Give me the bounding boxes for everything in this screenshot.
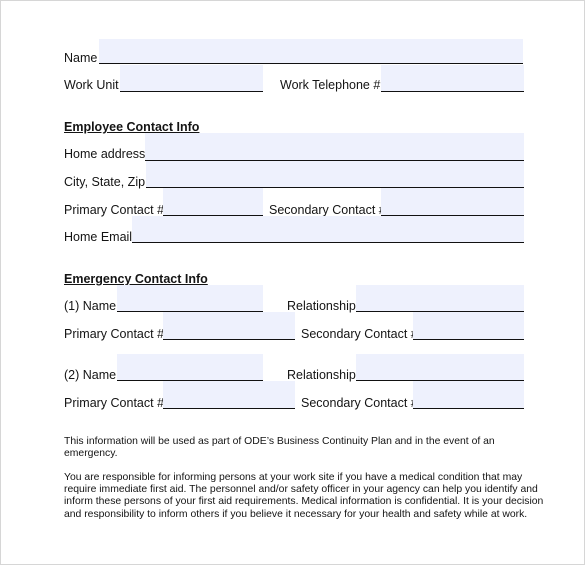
notes-paragraph-1-line: This information will be used as part of… — [64, 436, 495, 447]
emergency-2-name-field[interactable] — [117, 354, 263, 381]
primary-contact-field[interactable] — [163, 188, 263, 216]
emergency-1-name-field[interactable] — [117, 285, 263, 312]
emergency-1-primary-contact-label: Primary Contact # — [64, 327, 165, 341]
home-email-field[interactable] — [132, 216, 524, 243]
emergency-2-primary-contact-label: Primary Contact # — [64, 396, 165, 410]
emergency-1-primary-contact-field[interactable] — [163, 312, 295, 340]
employee-contact-heading: Employee Contact Info — [64, 120, 200, 134]
notes-paragraph-2-line: and responsibility to inform others if y… — [64, 508, 528, 520]
document-page: Name Work Unit Work Telephone # Employee… — [0, 0, 585, 565]
emergency-2-secondary-contact-label: Secondary Contact # — [301, 396, 418, 410]
home-address-label: Home address — [64, 147, 146, 161]
notes-paragraph-2-line: You are responsible for informing person… — [64, 472, 523, 483]
emergency-contact-heading: Emergency Contact Info — [64, 272, 208, 286]
name-label: Name — [64, 51, 98, 65]
notes-paragraph-1: This information will be used as part of… — [64, 436, 544, 460]
emergency-1-relationship-field[interactable] — [356, 285, 524, 312]
notes-paragraph-2: You are responsible for informing person… — [64, 472, 564, 521]
emergency-1-secondary-contact-label: Secondary Contact # — [301, 327, 418, 341]
home-address-field[interactable] — [145, 133, 524, 161]
work-unit-label: Work Unit — [64, 78, 119, 92]
home-email-label: Home Email — [64, 230, 133, 244]
city-state-zip-field[interactable] — [146, 161, 524, 188]
emergency-1-secondary-contact-field[interactable] — [413, 312, 524, 340]
secondary-contact-label: Secondary Contact # — [269, 203, 386, 217]
work-unit-field[interactable] — [120, 65, 263, 92]
emergency-2-secondary-contact-field[interactable] — [413, 381, 524, 409]
name-field[interactable] — [99, 39, 523, 64]
emergency-1-name-label: (1) Name — [64, 299, 117, 313]
emergency-2-relationship-field[interactable] — [356, 354, 524, 381]
notes-paragraph-2-line: inform these persons of your first aid r… — [64, 496, 544, 508]
city-state-zip-label: City, State, Zip — [64, 175, 146, 189]
emergency-2-relationship-label: Relationship — [287, 368, 356, 382]
secondary-contact-field[interactable] — [381, 188, 524, 216]
emergency-2-name-label: (2) Name — [64, 368, 117, 382]
work-telephone-field[interactable] — [381, 65, 524, 92]
notes-paragraph-1-line: emergency. — [64, 448, 118, 460]
emergency-1-relationship-label: Relationship — [287, 299, 356, 313]
work-telephone-label: Work Telephone # — [280, 78, 381, 92]
primary-contact-label: Primary Contact # — [64, 203, 165, 217]
notes-paragraph-2-line: require immediate first aid. The personn… — [64, 484, 538, 496]
emergency-2-primary-contact-field[interactable] — [163, 381, 295, 409]
